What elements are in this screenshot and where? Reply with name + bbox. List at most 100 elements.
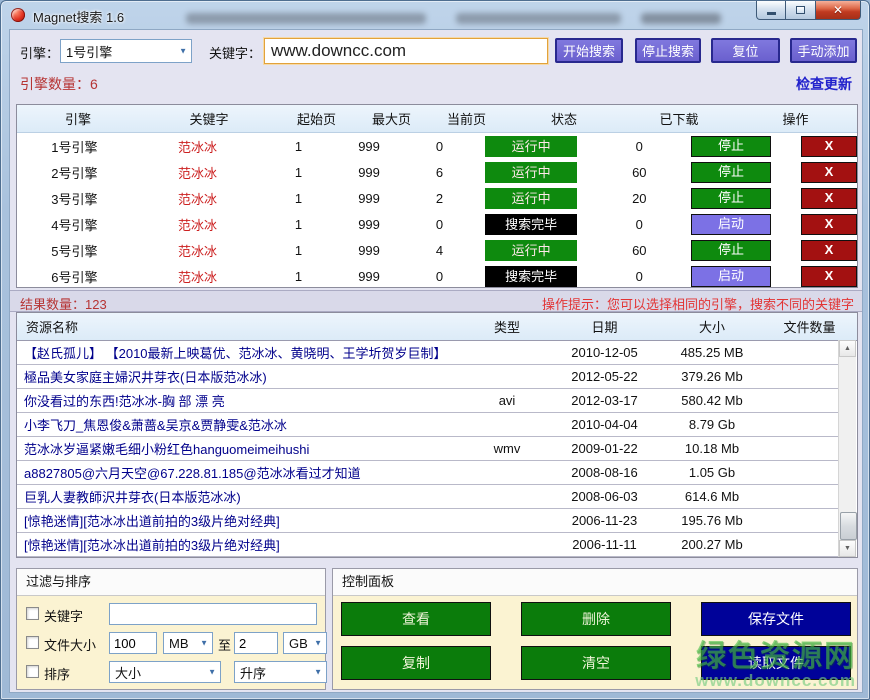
current-page-cell: 0	[404, 269, 475, 284]
stop-engine-button[interactable]: 停止	[691, 162, 771, 183]
result-size-cell: 614.6 Mb	[662, 489, 762, 504]
status-cell: 搜索完毕	[475, 266, 588, 287]
delete-button[interactable]: 删除	[521, 602, 671, 636]
remove-engine-button[interactable]: X	[801, 214, 857, 235]
start-engine-button[interactable]: 启动	[691, 214, 771, 235]
engine-select[interactable]: 1号引擎 ▼	[60, 39, 192, 63]
results-table-header: 资源名称 类型 日期 大小 文件数量	[17, 313, 857, 341]
engine-row: 3号引擎范冰冰19992运行中20停止X	[17, 185, 857, 211]
sort-checkbox[interactable]	[26, 665, 39, 678]
size-min-input[interactable]	[109, 632, 157, 654]
result-row[interactable]: [惊艳迷情][范冰冰出道前拍的3级片绝对经典]2006-11-11200.27 …	[17, 533, 840, 557]
sort-row: 排序 大小 ▼ 升序 ▼	[17, 661, 325, 683]
result-row[interactable]: 小李飞刀_焦恩俊&萧蔷&吴京&贾静雯&范冰冰2010-04-048.79 Gb	[17, 413, 840, 437]
sort-field-select[interactable]: 大小 ▼	[109, 661, 221, 683]
result-row[interactable]: 【赵氏孤儿】 【2010最新上映葛优、范冰冰、黄晓明、王学圻贺岁巨制】2010-…	[17, 341, 840, 365]
title-bar[interactable]: Magnet搜索 1.6 ✕	[1, 1, 869, 29]
engine-table-header: 引擎 关键字 起始页 最大页 当前页 状态 已下载 操作	[17, 105, 857, 133]
filter-keyword-input[interactable]	[109, 603, 317, 625]
column-header-size: 大小	[662, 317, 762, 336]
result-name-link[interactable]: 極品美女家庭主婦沢井芽衣(日本版范冰冰)	[17, 367, 467, 386]
status-cell: 运行中	[475, 136, 588, 157]
column-header-name: 资源名称	[17, 317, 467, 336]
result-row[interactable]: 極品美女家庭主婦沢井芽衣(日本版范冰冰)2012-05-22379.26 Mb	[17, 365, 840, 389]
downloaded-cell: 0	[588, 139, 691, 154]
status-badge: 运行中	[485, 188, 577, 209]
remove-engine-button[interactable]: X	[801, 188, 857, 209]
result-row[interactable]: 你没看过的东西!范冰冰-胸 部 漂 亮avi2012-03-17580.42 M…	[17, 389, 840, 413]
keyword-input[interactable]	[264, 38, 548, 64]
result-row[interactable]: 巨乳人妻教師沢井芽衣(日本版范冰冰)2008-06-03614.6 Mb	[17, 485, 840, 509]
remove-engine-button[interactable]: X	[801, 266, 857, 287]
column-header-startpage: 起始页	[279, 109, 354, 128]
minimize-button[interactable]	[756, 1, 786, 20]
manual-add-button[interactable]: 手动添加	[790, 38, 857, 63]
scroll-down-icon[interactable]: ▼	[839, 540, 856, 557]
result-date-cell: 2010-04-04	[547, 417, 662, 432]
to-label: 至	[218, 635, 231, 654]
result-name-link[interactable]: 你没看过的东西!范冰冰-胸 部 漂 亮	[17, 391, 467, 410]
start-search-button[interactable]: 开始搜索	[555, 38, 623, 63]
clear-button[interactable]: 清空	[521, 646, 671, 680]
size-max-unit-value: GB	[289, 636, 308, 651]
sort-order-select[interactable]: 升序 ▼	[234, 661, 327, 683]
filter-size-checkbox[interactable]	[26, 636, 39, 649]
scroll-up-icon[interactable]: ▲	[839, 340, 856, 357]
status-badge: 搜索完毕	[485, 266, 577, 287]
status-badge: 运行中	[485, 162, 577, 183]
size-min-unit-value: MB	[169, 636, 189, 651]
scrollbar-thumb[interactable]	[840, 512, 857, 540]
result-name-link[interactable]: 范冰冰岁逼紧嫩毛细小粉红色hanguomeimeihushi	[17, 439, 467, 458]
status-cell: 运行中	[475, 240, 588, 261]
stop-engine-button[interactable]: 停止	[691, 136, 771, 157]
engine-table-body: 1号引擎范冰冰19990运行中0停止X2号引擎范冰冰19996运行中60停止X3…	[17, 133, 857, 289]
result-name-link[interactable]: a8827805@六月天空@67.228.81.185@范冰冰看过才知道	[17, 463, 467, 482]
start-page-cell: 1	[263, 243, 334, 258]
sort-field-value: 大小	[115, 663, 141, 682]
close-button[interactable]: ✕	[815, 1, 861, 20]
copy-button[interactable]: 复制	[341, 646, 491, 680]
size-min-unit-select[interactable]: MB ▼	[163, 632, 213, 654]
column-header-filecount: 文件数量	[762, 317, 857, 336]
results-scrollbar[interactable]: ▲ ▼	[838, 340, 856, 557]
filter-keyword-checkbox[interactable]	[26, 607, 39, 620]
current-page-cell: 0	[404, 217, 475, 232]
save-file-button[interactable]: 保存文件	[701, 602, 851, 636]
column-header-date: 日期	[547, 317, 662, 336]
start-page-cell: 1	[263, 217, 334, 232]
result-name-link[interactable]: 小李飞刀_焦恩俊&萧蔷&吴京&贾静雯&范冰冰	[17, 415, 467, 434]
result-name-link[interactable]: 【赵氏孤儿】 【2010最新上映葛优、范冰冰、黄晓明、王学圻贺岁巨制】	[17, 343, 467, 362]
remove-engine-button[interactable]: X	[801, 240, 857, 261]
result-date-cell: 2009-01-22	[547, 441, 662, 456]
status-cell: 运行中	[475, 162, 588, 183]
result-size-cell: 195.76 Mb	[662, 513, 762, 528]
control-panel-title: 控制面板	[333, 569, 857, 596]
engine-name-cell: 3号引擎	[17, 189, 132, 208]
start-engine-button[interactable]: 启动	[691, 266, 771, 287]
stop-search-button[interactable]: 停止搜索	[635, 38, 701, 63]
engine-count-text: 引擎数量：6	[20, 74, 98, 94]
engine-name-cell: 4号引擎	[17, 215, 132, 234]
reset-button[interactable]: 复位	[711, 38, 780, 63]
result-name-link[interactable]: [惊艳迷情][范冰冰出道前拍的3级片绝对经典]	[17, 535, 467, 554]
result-name-link[interactable]: 巨乳人妻教師沢井芽衣(日本版范冰冰)	[17, 487, 467, 506]
remove-engine-button[interactable]: X	[801, 162, 857, 183]
stop-engine-button[interactable]: 停止	[691, 188, 771, 209]
stop-engine-button[interactable]: 停止	[691, 240, 771, 261]
check-update-link[interactable]: 检查更新	[796, 74, 852, 94]
engine-row: 6号引擎范冰冰19990搜索完毕0启动X	[17, 263, 857, 289]
result-row[interactable]: a8827805@六月天空@67.228.81.185@范冰冰看过才知道2008…	[17, 461, 840, 485]
actions-cell: 停止 X	[691, 240, 857, 261]
chevron-down-icon: ▼	[208, 668, 216, 677]
result-size-cell: 10.18 Mb	[662, 441, 762, 456]
result-name-link[interactable]: [惊艳迷情][范冰冰出道前拍的3级片绝对经典]	[17, 511, 467, 530]
size-max-input[interactable]	[234, 632, 278, 654]
size-max-unit-select[interactable]: GB ▼	[283, 632, 327, 654]
read-file-button[interactable]: 读取文件	[701, 646, 851, 680]
view-button[interactable]: 查看	[341, 602, 491, 636]
remove-engine-button[interactable]: X	[801, 136, 857, 157]
result-row[interactable]: [惊艳迷情][范冰冰出道前拍的3级片绝对经典]2006-11-23195.76 …	[17, 509, 840, 533]
result-row[interactable]: 范冰冰岁逼紧嫩毛细小粉红色hanguomeimeihushiwmv2009-01…	[17, 437, 840, 461]
maximize-button[interactable]	[786, 1, 815, 20]
toolbar: 引擎： 1号引擎 ▼ 关键字： 开始搜索 停止搜索 复位 手动添加	[10, 38, 862, 64]
